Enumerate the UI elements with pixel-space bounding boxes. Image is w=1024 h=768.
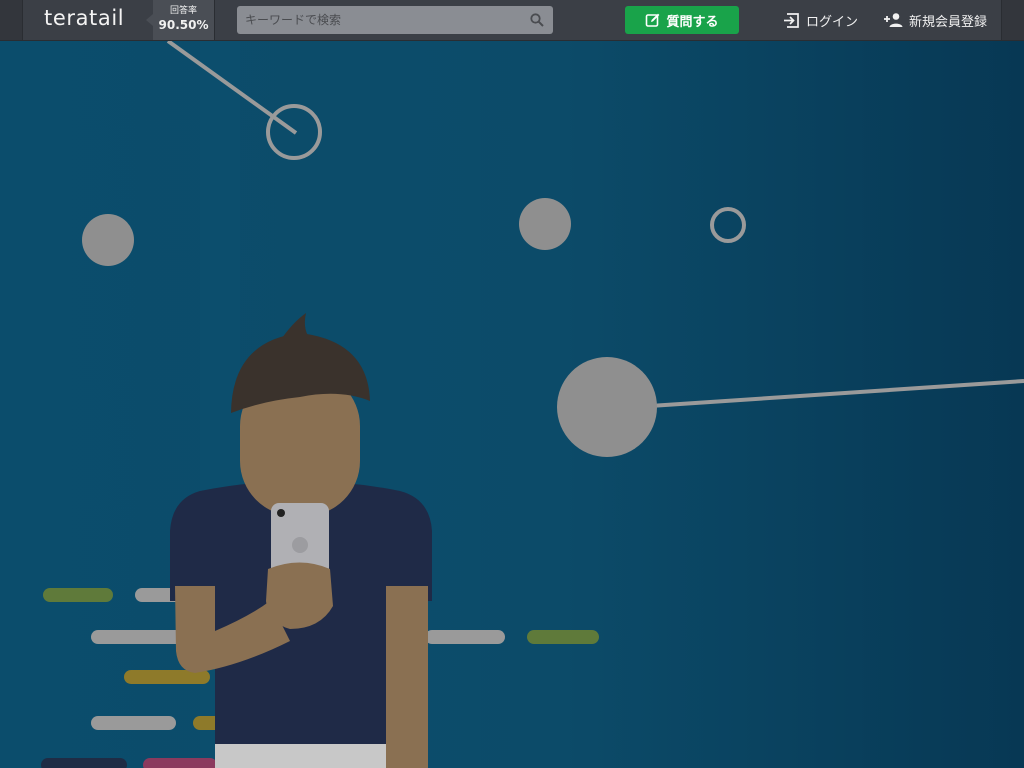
add-user-icon <box>884 13 903 27</box>
signup-label: 新規会員登録 <box>909 14 988 30</box>
ring-circle <box>710 207 746 243</box>
header-right-edge <box>1001 0 1024 40</box>
top-header: teratail 回答率 90.50% 質問する ログイン 新規会員登録 <box>0 0 1024 41</box>
signup-link[interactable]: 新規会員登録 <box>883 10 987 30</box>
answer-rate-value: 90.50% <box>158 18 209 32</box>
search-input[interactable] <box>237 6 553 34</box>
ask-question-button[interactable]: 質問する <box>625 6 739 34</box>
edit-icon <box>646 13 660 27</box>
header-left-edge <box>0 0 23 40</box>
ask-question-label: 質問する <box>666 14 719 30</box>
search-icon[interactable] <box>529 12 545 28</box>
answer-rate-badge: 回答率 90.50% <box>146 0 215 40</box>
login-label: ログイン <box>806 14 859 30</box>
planet-circle <box>82 214 134 266</box>
orbit-line <box>649 379 1024 408</box>
planet-circle <box>519 198 571 250</box>
hero-banner <box>0 41 1024 768</box>
login-link[interactable]: ログイン <box>783 10 858 30</box>
answer-rate-label: 回答率 <box>169 6 197 16</box>
login-icon <box>784 12 799 28</box>
site-logo[interactable]: teratail <box>44 6 124 30</box>
hero-illustration <box>41 41 1024 768</box>
planet-circle <box>557 357 657 457</box>
